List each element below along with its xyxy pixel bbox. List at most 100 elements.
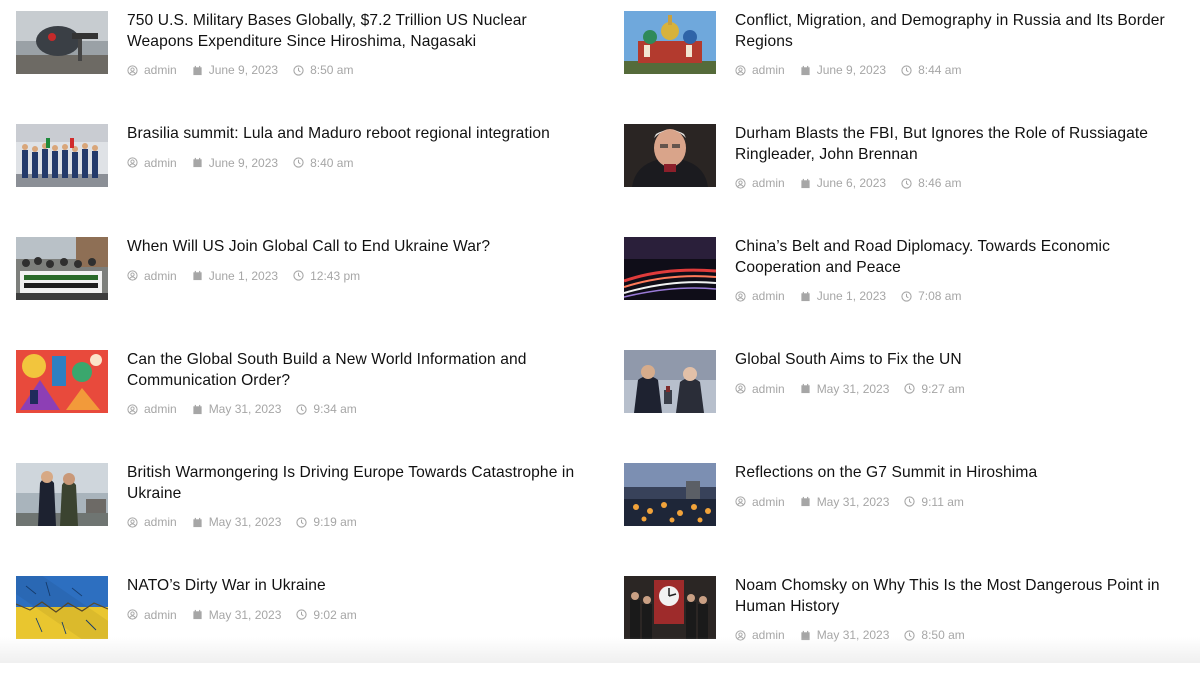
post-meta: admin June 9, 2023 8:44 am bbox=[735, 62, 1190, 78]
post-meta: admin June 9, 2023 8:50 am bbox=[127, 62, 596, 78]
post-author[interactable]: admin bbox=[127, 156, 177, 170]
post-author[interactable]: admin bbox=[735, 289, 785, 303]
post-date: June 1, 2023 bbox=[192, 269, 278, 283]
user-circle-icon bbox=[127, 516, 138, 528]
post-time-text: 12:43 pm bbox=[310, 268, 361, 283]
post-time-text: 9:34 am bbox=[313, 402, 357, 416]
post-author-name[interactable]: admin bbox=[144, 515, 177, 529]
post-title[interactable]: NATO’s Dirty War in Ukraine bbox=[127, 576, 596, 597]
post-author-name[interactable]: admin bbox=[144, 402, 177, 416]
post-thumbnail[interactable] bbox=[16, 463, 108, 526]
calendar-icon bbox=[801, 496, 810, 507]
post-grid: 750 U.S. Military Bases Globally, $7.2 T… bbox=[0, 0, 1200, 663]
post-item: Reflections on the G7 Summit in Hiroshim… bbox=[624, 463, 1190, 563]
post-thumbnail[interactable] bbox=[624, 350, 716, 413]
post-item: 750 U.S. Military Bases Globally, $7.2 T… bbox=[16, 11, 596, 111]
user-circle-icon bbox=[127, 403, 138, 415]
post-author-name[interactable]: admin bbox=[752, 176, 785, 190]
calendar-icon bbox=[193, 65, 202, 75]
post-thumbnail[interactable] bbox=[16, 124, 108, 187]
post-title[interactable]: Global South Aims to Fix the UN bbox=[735, 350, 1190, 371]
post-meta: admin June 6, 2023 8:46 am bbox=[735, 175, 1190, 191]
post-thumbnail[interactable] bbox=[16, 237, 108, 300]
post-item: British Warmongering Is Driving Europe T… bbox=[16, 463, 596, 563]
post-thumbnail[interactable] bbox=[16, 11, 108, 74]
clock-icon bbox=[296, 609, 308, 620]
calendar-icon bbox=[193, 404, 202, 414]
post-title[interactable]: China’s Belt and Road Diplomacy. Towards… bbox=[735, 237, 1190, 278]
post-thumbnail[interactable] bbox=[624, 124, 716, 187]
post-date-text: May 31, 2023 bbox=[816, 494, 890, 509]
post-date-text: June 9, 2023 bbox=[208, 155, 279, 170]
post-author[interactable]: admin bbox=[127, 63, 177, 77]
post-title[interactable]: Durham Blasts the FBI, But Ignores the R… bbox=[735, 124, 1190, 165]
post-title[interactable]: British Warmongering Is Driving Europe T… bbox=[127, 463, 596, 504]
clock-icon bbox=[904, 496, 916, 507]
post-date-text: May 31, 2023 bbox=[208, 402, 282, 416]
user-circle-icon bbox=[127, 157, 138, 168]
post-thumbnail[interactable] bbox=[624, 237, 716, 300]
clock-icon bbox=[293, 64, 304, 76]
post-author[interactable]: admin bbox=[127, 402, 177, 416]
post-author[interactable]: admin bbox=[735, 495, 785, 509]
post-title[interactable]: Brasilia summit: Lula and Maduro reboot … bbox=[127, 124, 596, 145]
post-title[interactable]: Can the Global South Build a New World I… bbox=[127, 350, 596, 391]
post-author-name[interactable]: admin bbox=[752, 495, 785, 509]
post-author[interactable]: admin bbox=[735, 176, 785, 190]
post-author-name[interactable]: admin bbox=[752, 289, 785, 303]
user-circle-icon bbox=[735, 383, 746, 394]
post-date: June 6, 2023 bbox=[800, 176, 886, 190]
post-date: May 31, 2023 bbox=[800, 494, 890, 509]
post-item: Global South Aims to Fix the UN admin Ma… bbox=[624, 350, 1190, 450]
post-thumbnail[interactable] bbox=[16, 350, 108, 413]
calendar-icon bbox=[193, 270, 202, 281]
post-author[interactable]: admin bbox=[127, 608, 177, 622]
post-time-text: 8:50 am bbox=[310, 63, 354, 77]
user-circle-icon bbox=[735, 177, 746, 189]
post-time: 9:27 am bbox=[904, 381, 965, 396]
post-time-text: 8:46 am bbox=[918, 176, 962, 190]
post-time-text: 9:02 am bbox=[313, 607, 357, 622]
user-circle-icon bbox=[127, 64, 138, 76]
post-author[interactable]: admin bbox=[735, 382, 785, 396]
post-title[interactable]: Conflict, Migration, and Demography in R… bbox=[735, 11, 1190, 52]
post-author-name[interactable]: admin bbox=[144, 63, 177, 77]
post-item: China’s Belt and Road Diplomacy. Towards… bbox=[624, 237, 1190, 337]
post-author[interactable]: admin bbox=[127, 269, 177, 283]
post-time: 9:19 am bbox=[296, 515, 357, 529]
post-date-text: June 1, 2023 bbox=[816, 289, 887, 303]
post-meta: admin June 1, 2023 7:08 am bbox=[735, 288, 1190, 304]
post-time: 9:02 am bbox=[296, 607, 357, 622]
post-time-text: 9:27 am bbox=[921, 381, 965, 396]
clock-icon bbox=[296, 403, 308, 415]
post-meta: admin May 31, 2023 9:19 am bbox=[127, 514, 596, 530]
post-item: Brasilia summit: Lula and Maduro reboot … bbox=[16, 124, 596, 224]
clock-icon bbox=[293, 270, 304, 281]
clock-icon bbox=[901, 64, 912, 76]
post-author-name[interactable]: admin bbox=[752, 63, 785, 77]
post-author[interactable]: admin bbox=[735, 63, 785, 77]
post-meta: admin May 31, 2023 9:27 am bbox=[735, 381, 1190, 397]
post-time-text: 8:40 am bbox=[310, 155, 354, 170]
post-title[interactable]: Reflections on the G7 Summit in Hiroshim… bbox=[735, 463, 1190, 484]
post-date: May 31, 2023 bbox=[192, 608, 281, 622]
post-thumbnail[interactable] bbox=[624, 576, 716, 639]
post-thumbnail[interactable] bbox=[624, 11, 716, 74]
post-time-text: 7:08 am bbox=[918, 289, 962, 303]
user-circle-icon bbox=[127, 609, 138, 620]
post-title[interactable]: Noam Chomsky on Why This Is the Most Dan… bbox=[735, 576, 1190, 617]
post-author-name[interactable]: admin bbox=[144, 156, 177, 170]
calendar-icon bbox=[193, 609, 202, 620]
post-meta: admin May 31, 2023 9:11 am bbox=[735, 494, 1190, 510]
post-thumbnail[interactable] bbox=[624, 463, 716, 526]
post-thumbnail[interactable] bbox=[16, 576, 108, 639]
post-meta: admin May 31, 2023 9:34 am bbox=[127, 401, 596, 417]
calendar-icon bbox=[801, 178, 810, 188]
post-author-name[interactable]: admin bbox=[144, 269, 177, 283]
post-date-text: June 6, 2023 bbox=[816, 176, 887, 190]
post-title[interactable]: 750 U.S. Military Bases Globally, $7.2 T… bbox=[127, 11, 596, 52]
post-author-name[interactable]: admin bbox=[144, 608, 177, 622]
post-author[interactable]: admin bbox=[127, 515, 177, 529]
post-title[interactable]: When Will US Join Global Call to End Ukr… bbox=[127, 237, 596, 258]
post-author-name[interactable]: admin bbox=[752, 382, 785, 396]
